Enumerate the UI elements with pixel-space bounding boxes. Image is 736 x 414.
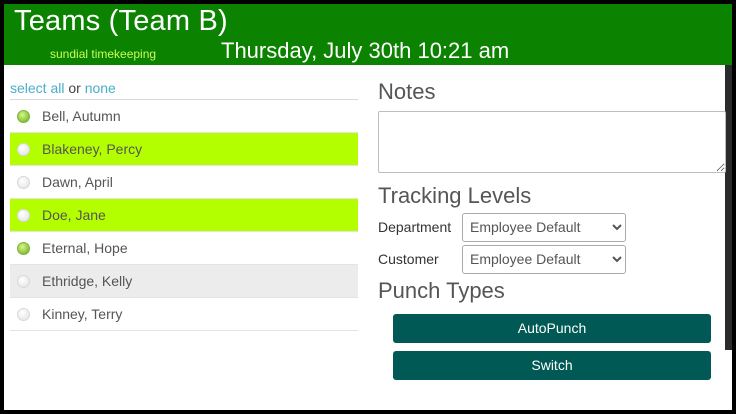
employee-row[interactable]: Dawn, April <box>10 166 358 199</box>
employee-row[interactable]: Blakeney, Percy <box>10 133 358 166</box>
employee-name: Bell, Autumn <box>42 108 121 124</box>
status-dot-icon <box>17 274 30 288</box>
employee-row[interactable]: Eternal, Hope <box>10 232 358 265</box>
employee-row[interactable]: Ethridge, Kelly <box>10 265 358 298</box>
customer-row: Customer Employee Default <box>378 243 726 275</box>
select-none-link[interactable]: none <box>85 80 116 96</box>
status-dot-icon <box>17 142 30 156</box>
status-dot-icon <box>17 208 30 222</box>
employee-name: Dawn, April <box>42 174 113 190</box>
page-title: Teams (Team B) <box>14 5 228 37</box>
customer-select[interactable]: Employee Default <box>462 244 626 274</box>
header-bar: Teams (Team B) sundial timekeeping Thurs… <box>4 4 732 65</box>
select-all-link[interactable]: select all <box>10 80 64 96</box>
status-dot-icon <box>17 241 30 255</box>
vertical-scrollbar[interactable] <box>725 65 732 350</box>
tracking-levels-heading: Tracking Levels <box>378 183 532 208</box>
app-window: Teams (Team B) sundial timekeeping Thurs… <box>4 4 732 410</box>
employee-list: Bell, Autumn Blakeney, Percy Dawn, April Do… <box>10 100 358 331</box>
punch-panel: Notes Tracking Levels Department Employe… <box>378 78 726 380</box>
status-dot-icon <box>17 109 30 123</box>
employee-row[interactable]: Kinney, Terry <box>10 298 358 331</box>
punch-types-heading: Punch Types <box>378 278 505 303</box>
employee-row[interactable]: Doe, Jane <box>10 199 358 232</box>
employee-name: Kinney, Terry <box>42 306 123 322</box>
customer-label: Customer <box>378 251 439 267</box>
department-select[interactable]: Employee Default <box>462 212 626 242</box>
employee-name: Doe, Jane <box>42 207 106 223</box>
status-dot-icon <box>17 175 30 189</box>
brand-name: sundial timekeeping <box>50 47 157 61</box>
notes-heading: Notes <box>378 79 436 104</box>
employee-name: Ethridge, Kelly <box>42 273 133 289</box>
autopunch-button[interactable]: AutoPunch <box>393 314 711 343</box>
employee-panel: select all or none Bell, Autumn Blakeney,… <box>10 78 358 331</box>
department-label: Department <box>378 219 452 235</box>
employee-row[interactable]: Bell, Autumn <box>10 100 358 133</box>
switch-button[interactable]: Switch <box>393 351 711 380</box>
selection-controls: select all or none <box>10 78 358 100</box>
department-row: Department Employee Default <box>378 211 726 243</box>
employee-name: Eternal, Hope <box>42 240 128 256</box>
status-dot-icon <box>17 307 30 321</box>
notes-textarea[interactable] <box>378 111 726 173</box>
employee-name: Blakeney, Percy <box>42 141 143 157</box>
current-datetime: Thursday, July 30th 10:21 am <box>221 38 510 63</box>
selection-connector: or <box>68 80 81 96</box>
